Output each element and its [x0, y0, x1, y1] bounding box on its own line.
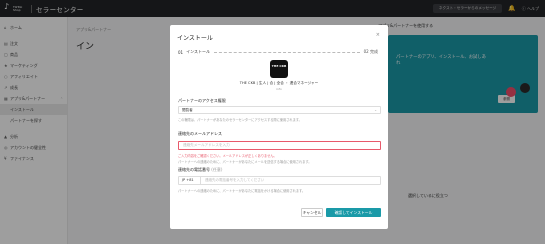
cancel-button[interactable]: キャンセル	[301, 208, 323, 217]
email-hint: パートナーへの連絡のために、パートナーがあなたにメールを送信する場合に使用されま…	[178, 160, 312, 164]
modal-title: インストール	[177, 35, 213, 42]
step1-label: インストール	[186, 49, 211, 54]
phone-label-text: 連絡先の電話番号	[178, 167, 210, 172]
app-caption: THE CKB | 生人 | 合 | 全合 ・ 連合マネージャー	[239, 81, 319, 85]
email-label: 連絡先のメールアドレス	[178, 131, 222, 136]
app-subcaption: info	[276, 87, 282, 91]
app-logo: THE CKB	[270, 60, 288, 78]
install-modal: インストール × 01 インストール 02 完成 THE CKB THE CKB…	[170, 25, 388, 229]
install-steps: 01 インストール 02 完成	[178, 49, 378, 55]
email-error: ご入力内容をご確認ください。メールアドレスが正しくありません。	[178, 154, 277, 158]
access-value: 閲覧者	[182, 108, 193, 112]
email-input[interactable]: 連絡先メールアドレスを入力	[178, 141, 381, 150]
phone-optional: (任意)	[211, 167, 223, 172]
access-hint: この権限は、パートナーがあなたのセラーセンターにアクセスする際に使用されます。	[178, 118, 302, 122]
step1-number: 01	[178, 49, 184, 55]
step2-label: 02 完成	[363, 49, 378, 54]
step-divider	[214, 51, 360, 53]
phone-field: JP +81 連絡先の電話番号を入力してください	[178, 176, 381, 185]
chevron-down-icon: ⌄	[374, 108, 377, 112]
confirm-install-button[interactable]: 確認してインストール	[326, 208, 381, 217]
phone-hint: パートナーへの連絡のために、パートナーがあなたに電話をかける場合に使用されます。	[178, 189, 306, 193]
close-icon[interactable]: ×	[376, 32, 380, 38]
access-select[interactable]: 閲覧者 ⌄	[178, 106, 381, 114]
access-label: パートナーのアクセス権限	[178, 98, 226, 103]
country-code-select[interactable]: JP +81	[179, 177, 201, 184]
phone-label: 連絡先の電話番号 (任意)	[178, 167, 222, 173]
phone-input[interactable]: 連絡先の電話番号を入力してください	[201, 177, 380, 184]
